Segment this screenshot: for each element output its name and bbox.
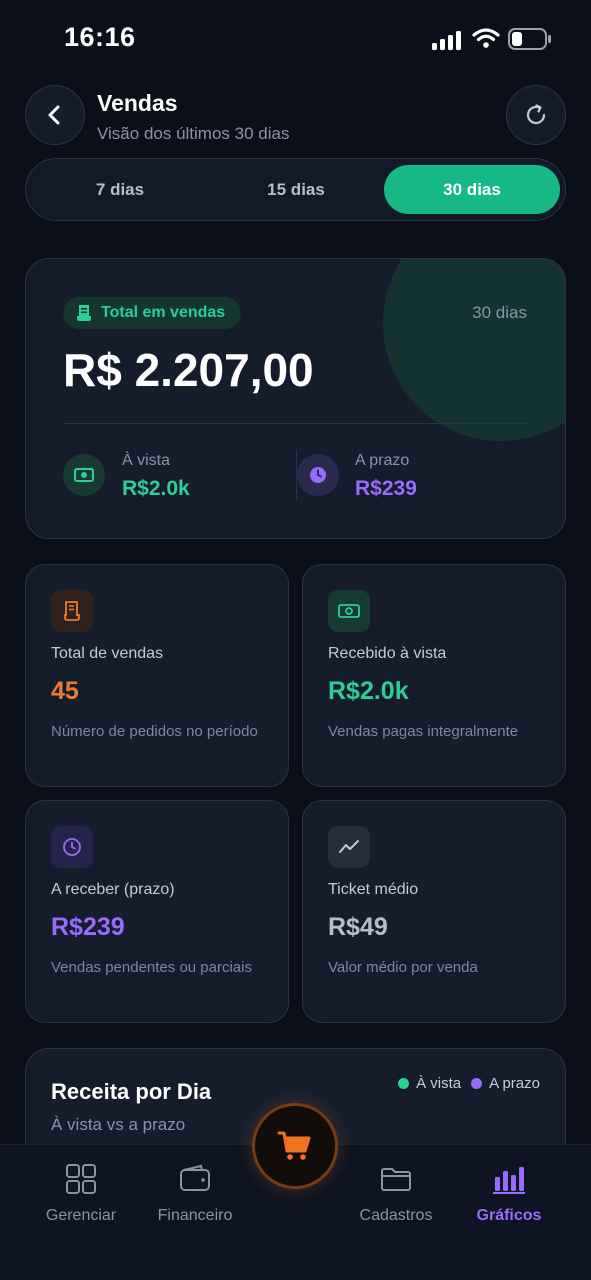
tab-label: Cadastros [359,1207,433,1224]
divider [63,423,529,424]
summary-period: 30 dias [472,303,527,322]
wifi-icon [472,28,500,48]
folder-icon [381,1168,411,1191]
tab-label: Gerenciar [45,1207,117,1224]
stat-description: Valor médio por venda [328,959,478,976]
chart-title: Receita por Dia [51,1079,212,1104]
total-sales-value: R$ 2.207,00 [63,344,314,396]
sales-summary-card: Total em vendas 30 dias R$ 2.207,00 À vi… [25,258,566,539]
cash-label: À vista [122,452,171,469]
chevron-left-icon [48,105,60,125]
tab-label: Financeiro [157,1207,233,1224]
legend-item-credit: A prazo [471,1075,540,1092]
back-button[interactable] [25,85,85,145]
page-title: Vendas [97,90,178,116]
tab-financial[interactable]: Financeiro [140,1163,250,1225]
tab-label: Gráficos [476,1207,542,1224]
cash-value: R$2.0k [122,477,190,500]
stat-label: Total de vendas [51,645,164,662]
bar-chart-icon [493,1167,525,1194]
tab-charts[interactable]: Gráficos [454,1163,564,1225]
period-tab-15-days[interactable]: 15 dias [208,165,384,214]
page-subtitle: Visão dos últimos 30 dias [97,124,290,143]
tab-registrations[interactable]: Cadastros [341,1163,451,1225]
refresh-button[interactable] [506,85,566,145]
stat-value: R$49 [328,913,388,941]
trend-line-icon [328,826,370,868]
total-sales-badge: Total em vendas [63,297,242,329]
stat-label: A receber (prazo) [51,881,175,898]
period-tab-30-days[interactable]: 30 dias [384,165,560,214]
legend-dot [398,1078,410,1089]
receipt-icon [51,590,93,632]
period-selector: 7 dias 15 dias 30 dias [25,158,566,221]
receipt-icon [77,305,91,321]
legend-label: À vista [416,1075,462,1092]
stat-label: Recebido à vista [328,645,447,662]
total-sales-badge-label: Total em vendas [101,304,226,321]
clock-icon [51,826,93,868]
cellular-signal-icon [432,31,461,50]
chart-subtitle: À vista vs a prazo [51,1115,186,1134]
stat-value: R$239 [51,913,125,941]
wallet-icon [180,1164,210,1191]
grid-icon [66,1164,96,1194]
status-time: 16:16 [64,22,136,52]
stat-description: Vendas pendentes ou parciais [51,959,252,976]
legend-dot [471,1078,483,1089]
stat-value: R$2.0k [328,677,409,705]
battery-icon [508,28,551,50]
stat-description: Número de pedidos no período [51,723,258,740]
credit-value: R$239 [355,477,417,500]
cart-button[interactable] [252,1103,338,1189]
tab-manage[interactable]: Gerenciar [26,1163,136,1225]
shopping-cart-icon [277,1131,311,1160]
cash-icon [328,590,370,632]
stat-description: Vendas pagas integralmente [328,723,519,740]
page-header: Vendas Visão dos últimos 30 dias [0,84,591,148]
stat-card-total-sales[interactable]: Total de vendas 45 Número de pedidos no … [25,564,289,787]
credit-label: A prazo [355,452,410,469]
cash-icon [63,454,105,496]
stat-card-average-ticket[interactable]: Ticket médio R$49 Valor médio por venda [302,800,566,1023]
legend-label: A prazo [489,1075,540,1092]
period-tab-7-days[interactable]: 7 dias [32,165,208,214]
stat-card-receivable[interactable]: A receber (prazo) R$239 Vendas pendentes… [25,800,289,1023]
stat-value: 45 [51,677,79,705]
decorative-circle [383,259,565,441]
clock-icon [297,454,339,496]
refresh-icon [526,104,546,125]
chart-legend: À vista A prazo [398,1075,540,1092]
legend-item-cash: À vista [398,1075,461,1092]
stat-card-cash-received[interactable]: Recebido à vista R$2.0k Vendas pagas int… [302,564,566,787]
status-bar: 16:16 [0,0,591,80]
stat-label: Ticket médio [328,881,419,898]
